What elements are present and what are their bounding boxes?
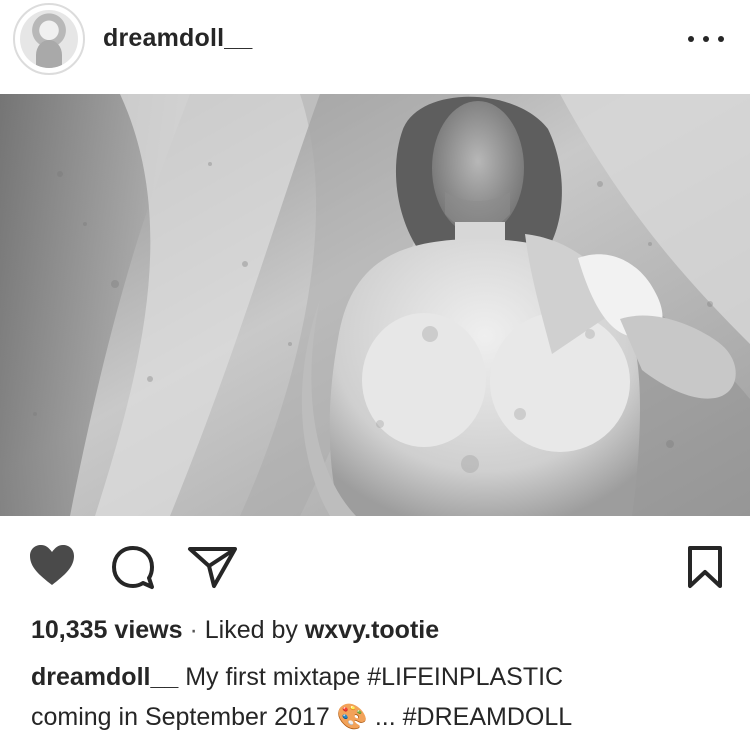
caption-line-2-start: coming in September 2017 [31,703,330,731]
bookmark-icon[interactable] [686,545,724,589]
more-dot [703,36,709,42]
palette-emoji-icon: 🎨 [336,703,368,731]
post-photo[interactable] [0,94,750,516]
liked-by-label: Liked by [204,616,298,644]
view-count[interactable]: 10,335 views [31,616,183,644]
heart-icon[interactable] [28,544,76,586]
post-meta: 10,335 views · Liked by wxvy.tootie [31,613,731,647]
post-header: dreamdoll__ [0,0,750,94]
caption-line-2-end: ... #DREAMDOLL [374,703,573,731]
avatar-image [20,10,78,68]
post-caption: dreamdoll__ My first mixtape #LIFEINPLAS… [31,657,721,737]
comment-icon[interactable] [109,544,157,592]
more-options-icon[interactable] [688,27,724,51]
more-dot [688,36,694,42]
more-dot [718,36,724,42]
post-username[interactable]: dreamdoll__ [103,24,252,53]
post-actions [0,516,750,616]
caption-username[interactable]: dreamdoll__ [31,663,178,691]
liked-by-user[interactable]: wxvy.tootie [305,616,439,644]
profile-avatar[interactable] [13,3,85,75]
caption-line-1: My first mixtape #LIFEINPLASTIC [185,663,564,691]
photo-illustration [0,94,750,516]
send-icon[interactable] [187,546,238,589]
meta-separator: · [189,616,198,644]
